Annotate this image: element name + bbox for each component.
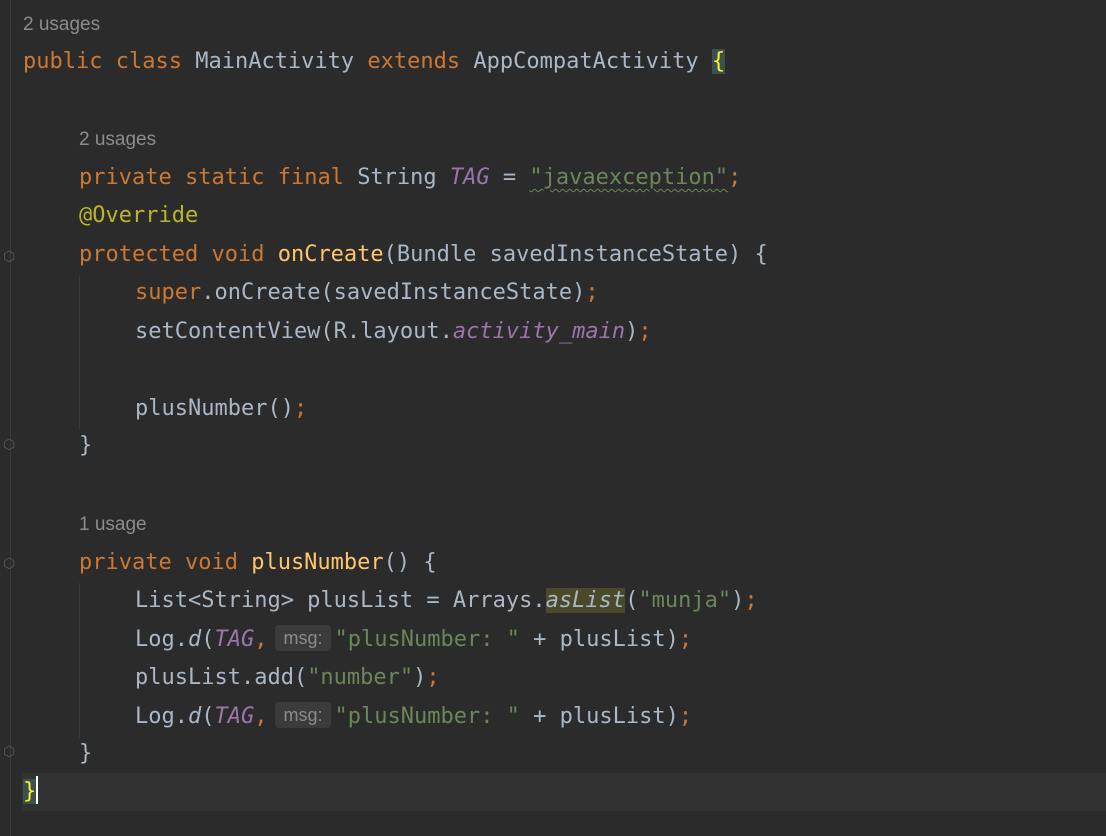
- keyword: private: [79, 165, 172, 190]
- brace: }: [79, 433, 93, 458]
- keyword: extends: [367, 49, 461, 74]
- string-literal: "number": [307, 665, 414, 690]
- paren: (: [201, 704, 215, 729]
- type-name: String: [357, 165, 437, 190]
- paren: (: [625, 588, 639, 613]
- keyword: protected: [79, 242, 199, 267]
- class-name: MainActivity: [195, 49, 355, 74]
- fold-marker-icon[interactable]: ⬡: [3, 250, 17, 264]
- keyword: public: [23, 49, 103, 74]
- code-line-plus-number-call[interactable]: plusNumber();: [135, 390, 307, 428]
- semicolon: ;: [638, 319, 652, 344]
- semicolon: ;: [744, 588, 758, 613]
- usages-hint[interactable]: 1 usage: [79, 513, 147, 537]
- comma: ,: [254, 627, 268, 652]
- keyword: private: [79, 550, 172, 575]
- class-ref: Log.: [135, 627, 188, 652]
- gutter-divider: [10, 0, 11, 836]
- annotation: @Override: [79, 203, 199, 228]
- paren: ): [731, 588, 745, 613]
- paren: ): [413, 665, 427, 690]
- expression: + plusList): [519, 704, 679, 729]
- code-line-close-brace[interactable]: }: [79, 427, 92, 465]
- paren: (: [201, 627, 215, 652]
- semicolon: ;: [585, 280, 599, 305]
- constant-name: TAG: [449, 165, 490, 190]
- call-expression: setContentView(R.layout.: [135, 319, 453, 344]
- string-literal: "plusNumber: ": [334, 627, 520, 652]
- method-name: onCreate: [277, 242, 384, 267]
- keyword: void: [211, 242, 265, 267]
- expression: + plusList): [519, 627, 679, 652]
- parameters: () {: [383, 550, 437, 575]
- semicolon: ;: [293, 396, 308, 421]
- declaration: List<String> plusList = Arrays.: [135, 588, 546, 613]
- code-line-tag-field[interactable]: private static final String TAG = "javae…: [79, 159, 741, 197]
- fold-marker-icon[interactable]: ⬡: [3, 438, 17, 452]
- semicolon: ;: [678, 704, 693, 729]
- fold-marker-icon[interactable]: ⬡: [3, 745, 17, 759]
- constant-name: activity_main: [452, 319, 626, 344]
- code-editor[interactable]: ⬡ ⬡ ⬡ ⬡ 2 usages public class MainActivi…: [0, 0, 1106, 836]
- matched-brace: }: [23, 779, 37, 804]
- highlighted-method: asList: [545, 588, 626, 613]
- constant-name: TAG: [214, 704, 255, 729]
- keyword: final: [277, 165, 344, 190]
- method-name: plusNumber: [251, 550, 384, 575]
- keyword: static: [184, 165, 265, 190]
- matched-brace: {: [711, 49, 726, 74]
- semicolon: ;: [426, 665, 440, 690]
- call-expression: .onCreate(savedInstanceState): [201, 280, 586, 305]
- indent-guide: [79, 275, 80, 430]
- code-line-class-declaration[interactable]: public class MainActivity extends AppCom…: [23, 43, 726, 81]
- code-line-list-add[interactable]: plusList.add("number");: [135, 659, 440, 697]
- keyword: super: [135, 280, 202, 305]
- usages-hint[interactable]: 2 usages: [79, 128, 156, 152]
- code-line-log-call[interactable]: Log.d(TAG, msg: "plusNumber: " + plusList)…: [135, 698, 692, 736]
- class-ref: Log.: [135, 704, 188, 729]
- method-call: d: [187, 627, 202, 652]
- string-literal: "munja": [638, 588, 732, 613]
- operator: =: [502, 165, 517, 190]
- semicolon: ;: [728, 165, 742, 190]
- brace: }: [79, 741, 93, 766]
- keyword: void: [184, 550, 238, 575]
- string-literal: "plusNumber: ": [334, 704, 520, 729]
- code-line-class-close-brace[interactable]: }: [23, 773, 39, 811]
- constant-name: TAG: [214, 627, 255, 652]
- fold-marker-icon[interactable]: ⬡: [3, 557, 17, 571]
- keyword: class: [115, 49, 182, 74]
- call-expression: plusList.add(: [135, 665, 308, 690]
- code-line-list-declaration[interactable]: List<String> plusList = Arrays.asList("m…: [135, 582, 758, 620]
- code-line-annotation[interactable]: @Override: [79, 197, 198, 235]
- call-expression: plusNumber(): [135, 396, 294, 421]
- semicolon: ;: [678, 627, 693, 652]
- indent-guide: [79, 583, 80, 738]
- code-line-oncreate-signature[interactable]: protected void onCreate(Bundle savedInst…: [79, 236, 768, 274]
- string-literal: "javaexception": [529, 165, 729, 190]
- current-line-highlight: [22, 773, 1106, 811]
- super-class-name: AppCompatActivity: [473, 49, 699, 74]
- method-call: d: [187, 704, 202, 729]
- paren: ): [625, 319, 639, 344]
- code-line-close-brace[interactable]: }: [79, 735, 92, 773]
- code-line-super-call[interactable]: super.onCreate(savedInstanceState);: [135, 274, 599, 312]
- comma: ,: [254, 704, 268, 729]
- parameter-name-hint: msg:: [275, 625, 331, 651]
- usages-hint[interactable]: 2 usages: [23, 13, 100, 37]
- code-line-plus-number-signature[interactable]: private void plusNumber() {: [79, 544, 437, 582]
- parameter-name-hint: msg:: [275, 702, 331, 728]
- text-caret: [36, 776, 39, 804]
- parameters: (Bundle savedInstanceState) {: [383, 242, 768, 267]
- code-line-set-content-view[interactable]: setContentView(R.layout.activity_main);: [135, 313, 652, 351]
- code-line-log-call[interactable]: Log.d(TAG, msg: "plusNumber: " + plusList)…: [135, 621, 692, 659]
